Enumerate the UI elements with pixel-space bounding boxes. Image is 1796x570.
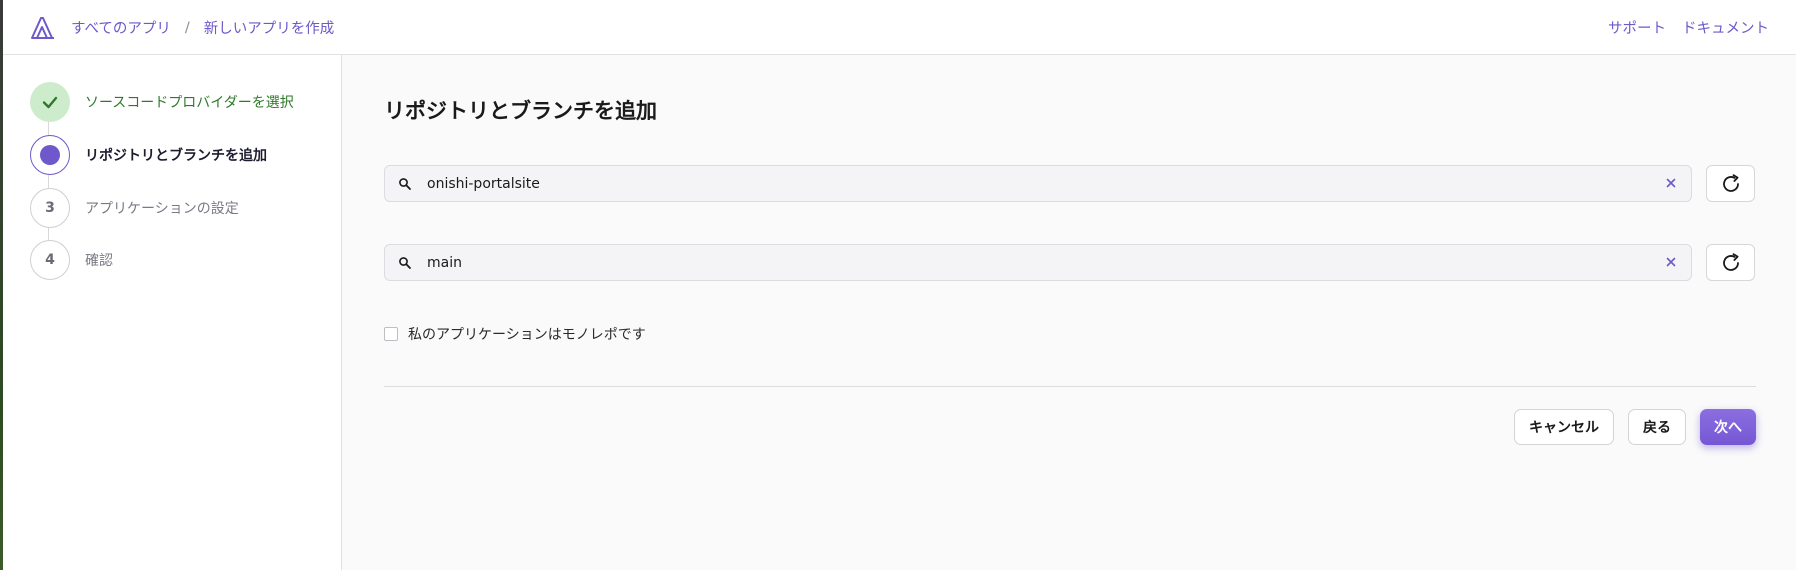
top-bar: すべてのアプリ / 新しいアプリを作成 サポート ドキュメント	[3, 0, 1796, 55]
step-3-label: アプリケーションの設定	[85, 201, 239, 217]
support-link[interactable]: サポート	[1608, 17, 1666, 38]
refresh-branches-button[interactable]	[1706, 244, 1755, 281]
breadcrumb: すべてのアプリ / 新しいアプリを作成	[71, 17, 334, 38]
refresh-repositories-button[interactable]	[1706, 165, 1755, 202]
next-button[interactable]: 次へ	[1700, 409, 1756, 445]
monorepo-option: 私のアプリケーションはモノレポです	[384, 324, 646, 344]
documentation-link[interactable]: ドキュメント	[1682, 17, 1769, 38]
breadcrumb-separator: /	[184, 19, 190, 36]
step-2[interactable]: リポジトリとブランチを追加	[30, 135, 267, 175]
search-icon	[399, 178, 411, 190]
cancel-button[interactable]: キャンセル	[1514, 409, 1614, 445]
current-step-dot-icon	[40, 145, 60, 165]
divider	[384, 386, 1756, 387]
refresh-icon	[1722, 252, 1739, 271]
breadcrumb-create-app[interactable]: 新しいアプリを作成	[204, 17, 335, 38]
repository-search-field	[384, 165, 1692, 202]
header-links: サポート ドキュメント	[1608, 17, 1769, 38]
back-button[interactable]: 戻る	[1628, 409, 1686, 445]
search-icon	[399, 257, 411, 269]
amplify-logo-icon[interactable]	[30, 14, 56, 40]
step-4-label: 確認	[85, 253, 113, 269]
checkmark-icon	[42, 96, 58, 109]
step-2-label: リポジトリとブランチを追加	[85, 148, 267, 164]
step-4-number: 4	[30, 240, 70, 280]
clear-icon[interactable]	[1663, 254, 1679, 270]
clear-icon[interactable]	[1663, 175, 1679, 191]
step-3[interactable]: 3 アプリケーションの設定	[30, 188, 239, 228]
stepper-sidebar: ソースコードプロバイダーを選択 リポジトリとブランチを追加 3 アプリケーション…	[3, 55, 342, 570]
step-2-circle	[30, 135, 70, 175]
breadcrumb-all-apps[interactable]: すべてのアプリ	[71, 17, 171, 38]
stepper-connector-line	[48, 101, 49, 261]
step-3-number: 3	[30, 188, 70, 228]
step-1-circle	[30, 82, 70, 122]
monorepo-checkbox[interactable]	[384, 327, 398, 341]
step-4[interactable]: 4 確認	[30, 240, 113, 280]
step-1-label: ソースコードプロバイダーを選択	[85, 95, 294, 111]
branch-search-field	[384, 244, 1692, 281]
repository-input[interactable]	[427, 172, 1627, 196]
page-title: リポジトリとブランチを追加	[384, 99, 657, 123]
branch-input[interactable]	[427, 251, 1627, 275]
step-1[interactable]: ソースコードプロバイダーを選択	[30, 82, 294, 122]
refresh-icon	[1722, 173, 1739, 192]
monorepo-label[interactable]: 私のアプリケーションはモノレポです	[408, 324, 646, 344]
